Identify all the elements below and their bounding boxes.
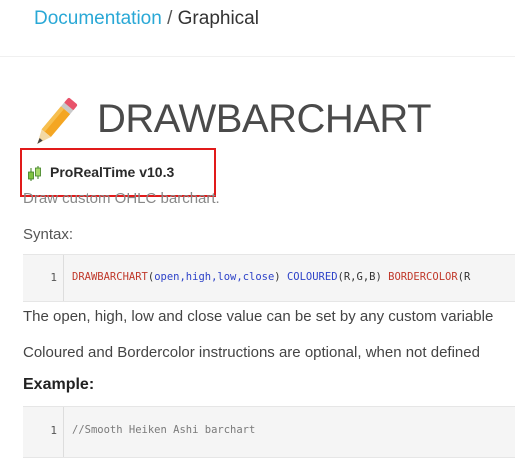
syntax-code-line: DRAWBARCHART(open,high,low,close) COLOUR… bbox=[72, 271, 470, 283]
code-token-coloured-args: (R,G,B) bbox=[337, 271, 382, 283]
version-label: ProRealTime v10.3 bbox=[50, 164, 175, 180]
example-code-line: //Smooth Heiken Ashi barchart bbox=[72, 424, 256, 436]
syntax-code-block: 1 DRAWBARCHART(open,high,low,close) COLO… bbox=[23, 254, 515, 302]
description-text: Draw custom OHLC barchart. bbox=[23, 190, 220, 207]
body-paragraph: The open, high, low and close value can … bbox=[23, 308, 494, 325]
breadcrumb: Documentation / Graphical bbox=[34, 6, 259, 32]
code-token-paren: ) bbox=[274, 271, 281, 283]
body-paragraph: Coloured and Bordercolor instructions ar… bbox=[23, 344, 480, 361]
code-token-coloured: COLOURED bbox=[286, 271, 338, 283]
example-code-block: 1 //Smooth Heiken Ashi barchart bbox=[23, 406, 515, 458]
breadcrumb-current: Graphical bbox=[177, 8, 259, 29]
syntax-label: Syntax: bbox=[23, 226, 74, 243]
candlestick-icon bbox=[28, 166, 41, 181]
page-title: DRAWBARCHART bbox=[97, 97, 432, 141]
example-heading: Example: bbox=[23, 376, 95, 393]
code-token-bordercolor-args: (R bbox=[457, 271, 471, 283]
breadcrumb-link-documentation[interactable]: Documentation bbox=[34, 8, 162, 29]
code-token-function: DRAWBARCHART bbox=[72, 271, 148, 283]
line-number: 1 bbox=[50, 271, 57, 284]
pencil-icon bbox=[37, 97, 78, 144]
code-token-args: open,high,low,close bbox=[154, 271, 275, 283]
line-number: 1 bbox=[50, 424, 57, 437]
breadcrumb-separator: / bbox=[167, 8, 173, 29]
code-token-bordercolor: BORDERCOLOR bbox=[388, 271, 458, 283]
header-divider bbox=[0, 56, 515, 57]
